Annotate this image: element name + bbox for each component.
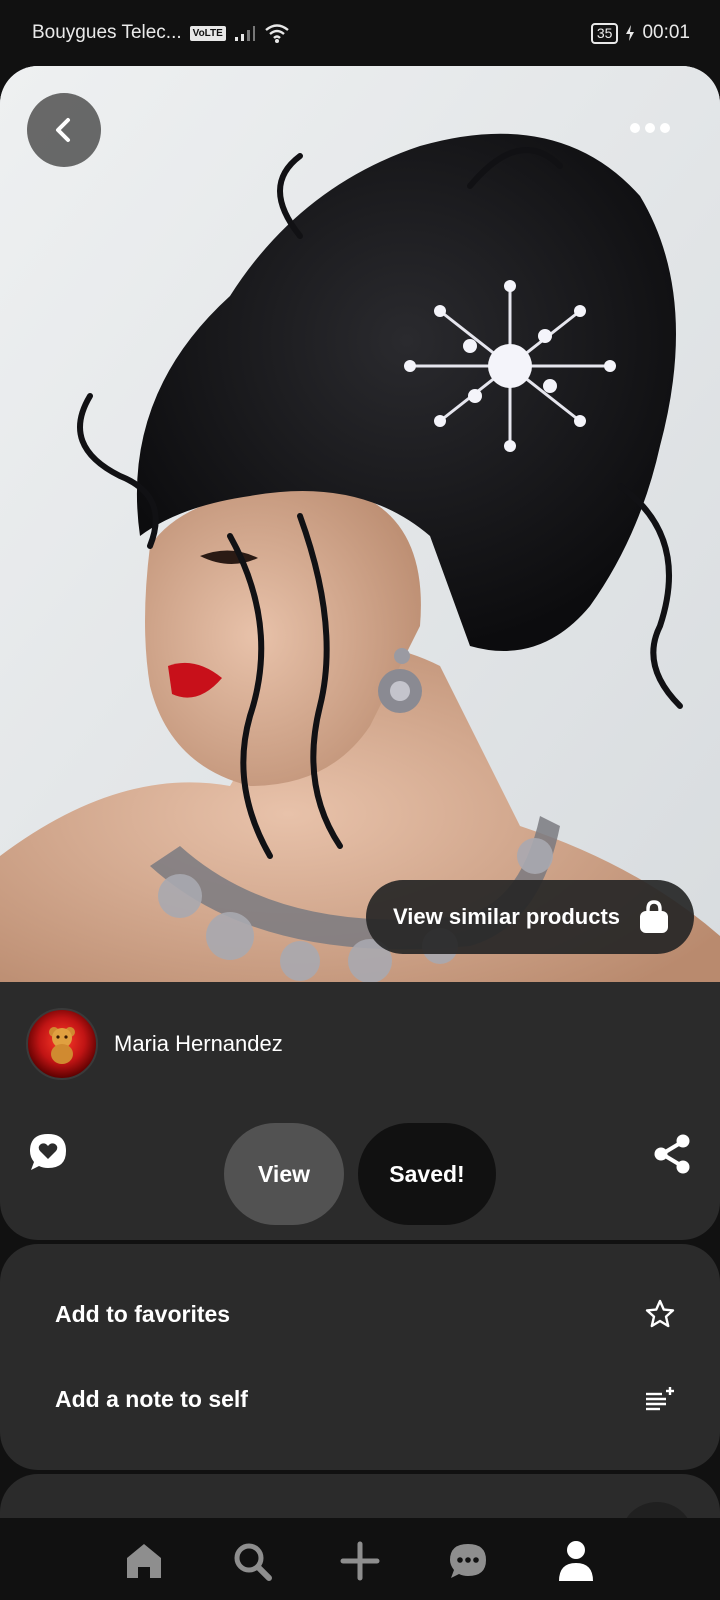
plus-icon [340,1541,380,1581]
pin-details-panel: Maria Hernandez View Saved! [0,982,720,1240]
view-similar-products-button[interactable]: View similar products [366,880,694,954]
status-right: 35 00:01 [590,22,690,44]
volte-badge: VoLTE [189,25,226,41]
teddy-bear-icon [49,1027,75,1064]
add-note-to-self-label: Add a note to self [55,1385,248,1412]
chevron-left-icon [56,118,70,142]
add-to-favorites-row[interactable]: Add to favorites [55,1284,675,1344]
status-bar: Bouygues Telec... VoLTE 35 00:01 [0,0,720,66]
saved-button-label: Saved! [389,1160,465,1187]
nav-create[interactable] [328,1529,392,1593]
bottom-navigation [0,1518,720,1600]
clock: 00:01 [642,22,690,43]
saved-button[interactable]: Saved! [358,1123,496,1225]
pin-image[interactable]: View similar products [0,66,720,982]
search-icon [234,1543,272,1581]
profile-icon [559,1541,593,1581]
chat-icon [450,1544,486,1578]
share-button[interactable] [652,1134,692,1174]
star-icon [645,1299,675,1328]
pin-options-card: Add to favorites Add a note to self [0,1244,720,1470]
creator-name[interactable]: Maria Hernandez [114,1031,283,1057]
back-button[interactable] [27,93,101,167]
view-button[interactable]: View [224,1123,344,1225]
note-add-icon [646,1387,674,1411]
add-to-favorites-label: Add to favorites [55,1300,231,1327]
shopping-bag-icon [640,900,668,933]
more-dot [630,123,640,133]
pin-photo-illustration [0,66,720,982]
nav-profile[interactable] [544,1529,608,1593]
more-dot [645,123,655,133]
signal-icon [234,26,255,41]
status-left: Bouygues Telec... VoLTE [32,22,290,44]
more-options-button[interactable] [620,106,680,150]
battery-indicator: 35 [590,22,619,44]
nav-search[interactable] [220,1529,284,1593]
creator-row[interactable]: Maria Hernandez [26,1008,283,1080]
nav-messages[interactable] [436,1529,500,1593]
avatar[interactable] [26,1008,98,1080]
share-icon [654,1134,690,1174]
more-dot [660,123,670,133]
view-similar-products-label: View similar products [393,904,621,929]
view-button-label: View [258,1160,310,1187]
charging-icon [626,25,635,41]
nav-home[interactable] [112,1529,176,1593]
comment-heart-icon [30,1134,66,1170]
home-icon [127,1544,161,1578]
comment-button[interactable] [28,1132,68,1172]
carrier-name: Bouygues Telec... [32,22,182,43]
wifi-icon [265,24,289,43]
add-note-to-self-row[interactable]: Add a note to self [55,1369,675,1429]
